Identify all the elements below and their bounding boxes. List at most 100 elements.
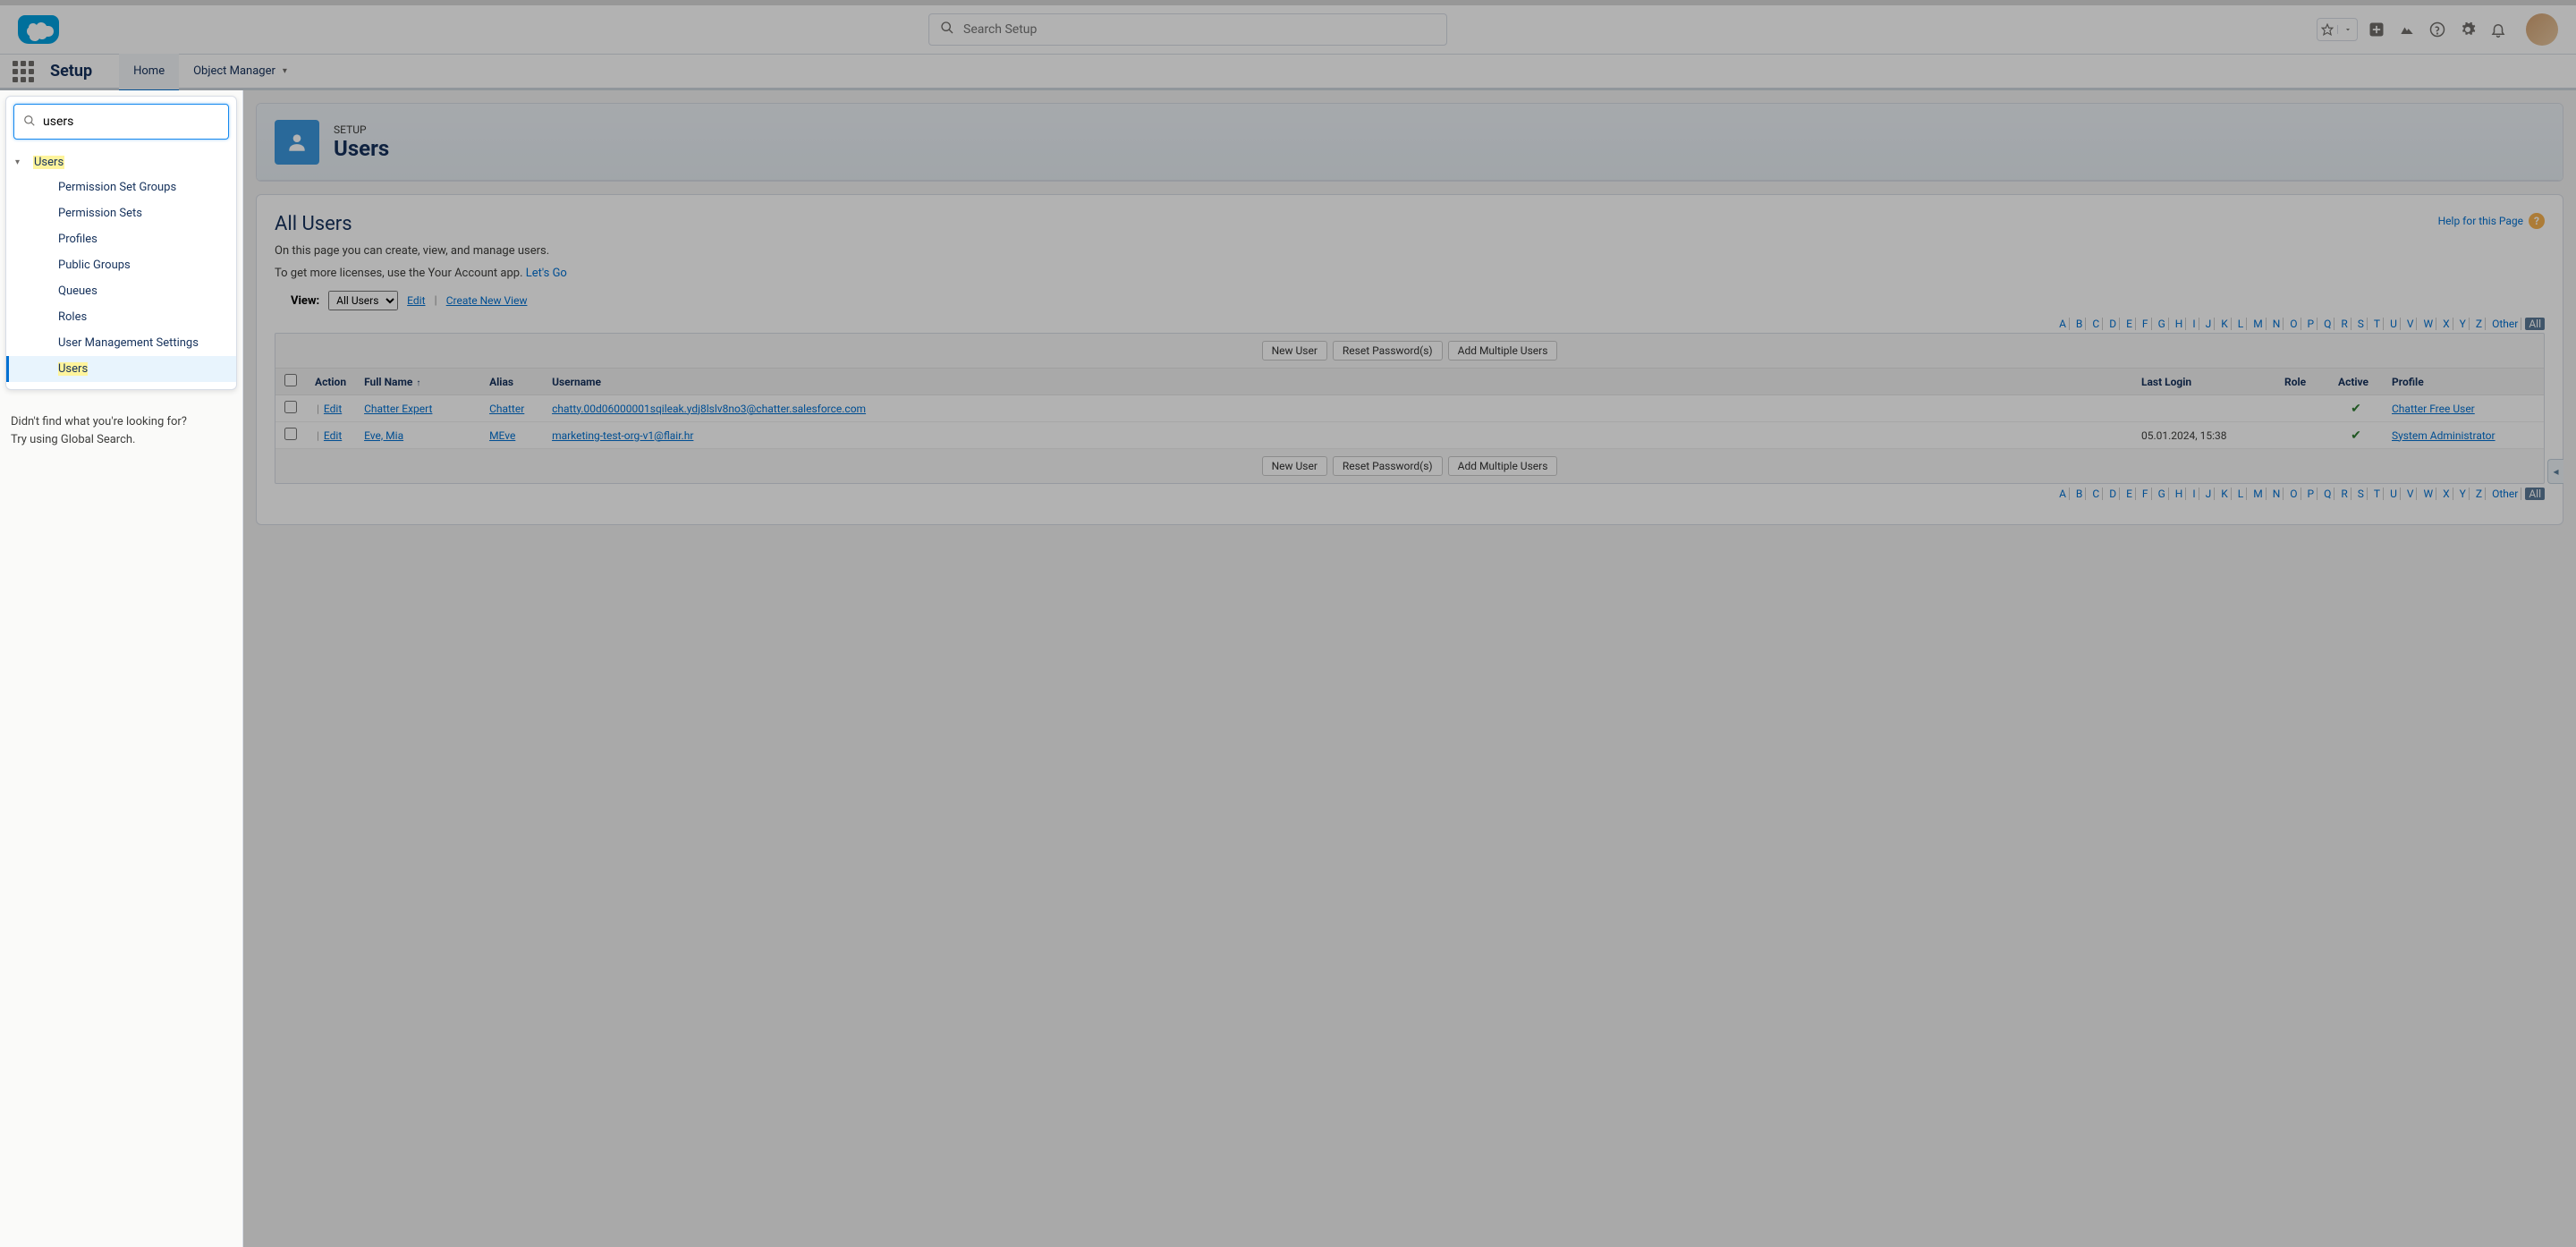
sidebar-item-user-management-settings[interactable]: User Management Settings: [6, 330, 236, 356]
sidebar-item-queues[interactable]: Queues: [6, 278, 236, 304]
salesforce-logo[interactable]: [18, 15, 59, 44]
alpha-i[interactable]: I: [2190, 318, 2199, 330]
row-checkbox[interactable]: [284, 428, 297, 440]
alpha-g[interactable]: G: [2156, 318, 2169, 330]
alpha-a[interactable]: A: [2056, 318, 2070, 330]
chevron-down-icon[interactable]: [2337, 25, 2357, 34]
edit-link[interactable]: Edit: [324, 429, 342, 442]
col-profile[interactable]: Profile: [2383, 369, 2544, 395]
alpha-all[interactable]: All: [2525, 318, 2545, 330]
alpha-r[interactable]: R: [2338, 488, 2351, 500]
alpha-u[interactable]: U: [2387, 318, 2401, 330]
alpha-t[interactable]: T: [2371, 318, 2384, 330]
alias-link[interactable]: Chatter: [489, 403, 524, 415]
alpha-s[interactable]: S: [2355, 318, 2368, 330]
alpha-z[interactable]: Z: [2473, 318, 2486, 330]
alpha-r[interactable]: R: [2338, 318, 2351, 330]
alpha-c[interactable]: C: [2089, 318, 2103, 330]
avatar[interactable]: [2526, 13, 2558, 46]
alpha-other[interactable]: Other: [2489, 318, 2521, 330]
alpha-p[interactable]: P: [2305, 488, 2318, 500]
col-alias[interactable]: Alias: [480, 369, 543, 395]
col-full-name[interactable]: Full Name↑: [355, 369, 480, 395]
alpha-j[interactable]: J: [2203, 318, 2216, 330]
add-icon[interactable]: [2365, 18, 2388, 41]
alpha-v[interactable]: V: [2404, 488, 2418, 500]
alpha-y[interactable]: Y: [2457, 318, 2470, 330]
edit-link[interactable]: Edit: [324, 403, 342, 415]
reset-password-button[interactable]: Reset Password(s): [1333, 341, 1443, 361]
tab-object-manager[interactable]: Object Manager ▾: [179, 54, 301, 89]
alpha-g[interactable]: G: [2156, 488, 2169, 500]
sidebar-item-permission-set-groups[interactable]: Permission Set Groups: [6, 174, 236, 200]
alpha-h[interactable]: H: [2173, 488, 2187, 500]
alpha-b[interactable]: B: [2073, 318, 2086, 330]
alpha-s[interactable]: S: [2355, 488, 2368, 500]
username-link[interactable]: marketing-test-org-v1@flair.hr: [552, 429, 693, 442]
alpha-x[interactable]: X: [2440, 488, 2453, 500]
alpha-b[interactable]: B: [2073, 488, 2086, 500]
reset-password-button[interactable]: Reset Password(s): [1333, 456, 1443, 476]
full-name-link[interactable]: Eve, Mia: [364, 429, 403, 442]
quick-find[interactable]: [13, 104, 229, 140]
alpha-w[interactable]: W: [2420, 488, 2436, 500]
row-checkbox[interactable]: [284, 401, 297, 413]
alpha-m[interactable]: M: [2250, 318, 2266, 330]
alpha-o[interactable]: O: [2287, 488, 2301, 500]
alpha-k[interactable]: K: [2218, 318, 2232, 330]
quick-find-input[interactable]: [43, 115, 219, 129]
alpha-d[interactable]: D: [2106, 318, 2120, 330]
tree-group-users[interactable]: ▾ Users: [6, 150, 236, 174]
view-select[interactable]: All Users: [328, 291, 398, 310]
alpha-n[interactable]: N: [2270, 318, 2284, 330]
alias-link[interactable]: MEve: [489, 429, 515, 442]
alpha-h[interactable]: H: [2173, 318, 2187, 330]
app-launcher-icon[interactable]: [13, 61, 34, 82]
alpha-l[interactable]: L: [2235, 318, 2247, 330]
alpha-p[interactable]: P: [2305, 318, 2318, 330]
trailhead-icon[interactable]: [2395, 18, 2419, 41]
alpha-u[interactable]: U: [2387, 488, 2401, 500]
alpha-o[interactable]: O: [2287, 318, 2301, 330]
profile-link[interactable]: System Administrator: [2392, 429, 2496, 442]
chevron-down-icon[interactable]: ▾: [283, 66, 287, 76]
alpha-q[interactable]: Q: [2321, 318, 2334, 330]
sidebar-item-profiles[interactable]: Profiles: [6, 226, 236, 252]
alpha-e[interactable]: E: [2123, 488, 2136, 500]
alpha-c[interactable]: C: [2089, 488, 2103, 500]
alpha-k[interactable]: K: [2218, 488, 2232, 500]
global-search-input[interactable]: [963, 22, 1436, 37]
add-multiple-users-button[interactable]: Add Multiple Users: [1448, 341, 1558, 361]
alpha-d[interactable]: D: [2106, 488, 2120, 500]
alpha-f[interactable]: F: [2140, 488, 2152, 500]
gear-icon[interactable]: [2456, 18, 2479, 41]
alpha-e[interactable]: E: [2123, 318, 2136, 330]
full-name-link[interactable]: Chatter Expert: [364, 403, 432, 415]
new-user-button[interactable]: New User: [1262, 456, 1327, 476]
view-edit-link[interactable]: Edit: [407, 294, 425, 307]
chevron-down-icon[interactable]: ▾: [15, 157, 30, 167]
tab-home[interactable]: Home: [119, 54, 179, 89]
star-icon[interactable]: [2318, 23, 2337, 36]
expand-flyout[interactable]: ◂: [2547, 459, 2563, 484]
col-active[interactable]: Active: [2329, 369, 2383, 395]
alpha-t[interactable]: T: [2371, 488, 2384, 500]
profile-link[interactable]: Chatter Free User: [2392, 403, 2475, 415]
sidebar-item-public-groups[interactable]: Public Groups: [6, 252, 236, 278]
sidebar-item-permission-sets[interactable]: Permission Sets: [6, 200, 236, 226]
lets-go-link[interactable]: Let's Go: [526, 267, 567, 280]
alpha-i[interactable]: I: [2190, 488, 2199, 500]
alpha-w[interactable]: W: [2420, 318, 2436, 330]
favorites-group[interactable]: [2317, 18, 2358, 41]
alpha-z[interactable]: Z: [2473, 488, 2486, 500]
alpha-other[interactable]: Other: [2489, 488, 2521, 500]
sidebar-item-roles[interactable]: Roles: [6, 304, 236, 330]
alpha-v[interactable]: V: [2404, 318, 2418, 330]
alpha-n[interactable]: N: [2270, 488, 2284, 500]
col-role[interactable]: Role: [2275, 369, 2329, 395]
alpha-all[interactable]: All: [2525, 488, 2545, 500]
select-all-checkbox[interactable]: [284, 374, 297, 386]
help-link[interactable]: Help for this Page ?: [2438, 213, 2545, 229]
add-multiple-users-button[interactable]: Add Multiple Users: [1448, 456, 1558, 476]
bell-icon[interactable]: [2487, 18, 2510, 41]
